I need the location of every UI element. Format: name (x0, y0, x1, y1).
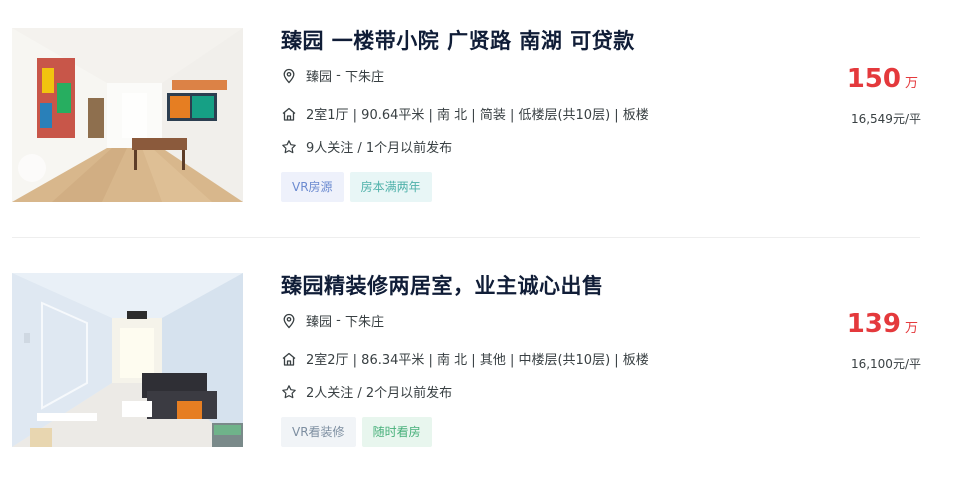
house-info: 2室2厅 | 86.34平米 | 南 北 | 其他 | 中楼层(共10层) | … (306, 353, 649, 368)
house-info-row: 2室1厅 | 90.64平米 | 南 北 | 简装 | 低楼层(共10层) | … (281, 104, 649, 123)
location-separator: - (332, 313, 345, 328)
star-icon (281, 384, 297, 400)
listing-photo[interactable] (12, 273, 243, 447)
total-price-unit: 万 (904, 321, 918, 336)
star-icon (281, 139, 297, 155)
total-price: 150 万 (847, 64, 918, 94)
location-pin-icon (281, 68, 297, 84)
follow-info-row: 9人关注 / 1个月以前发布 (281, 137, 452, 156)
listing-card[interactable]: 臻园 一楼带小院 广贤路 南湖 可贷款 臻园 - 下朱庄 2室1厅 | 90.6… (0, 0, 958, 230)
total-price-unit: 万 (904, 76, 918, 91)
community-link[interactable]: 臻园 (306, 66, 332, 85)
location-row: 臻园 - 下朱庄 (281, 66, 384, 85)
follow-info-row: 2人关注 / 2个月以前发布 (281, 382, 452, 401)
unit-price: 16,549元/平 (850, 112, 921, 126)
tag-list: VR看装修 随时看房 (281, 417, 432, 447)
area-link[interactable]: 下朱庄 (345, 66, 384, 85)
listing-divider (12, 237, 920, 238)
house-icon (281, 351, 297, 367)
listing-card[interactable]: 臻园精装修两居室，业主诚心出售 臻园 - 下朱庄 2室2厅 | 86.34平米 … (0, 245, 958, 475)
total-price-value: 150 (846, 64, 901, 94)
house-icon (281, 106, 297, 122)
tag-anytime-viewing: 随时看房 (361, 417, 432, 447)
listing-photo[interactable] (12, 28, 243, 202)
listing-title[interactable]: 臻园 一楼带小院 广贤路 南湖 可贷款 (281, 25, 635, 55)
location-row: 臻园 - 下朱庄 (281, 311, 384, 330)
follow-info: 2人关注 / 2个月以前发布 (306, 386, 453, 401)
unit-price: 16,100元/平 (850, 357, 921, 371)
area-link[interactable]: 下朱庄 (345, 311, 384, 330)
community-link[interactable]: 臻园 (306, 311, 332, 330)
location-pin-icon (281, 313, 297, 329)
house-info-row: 2室2厅 | 86.34平米 | 南 北 | 其他 | 中楼层(共10层) | … (281, 349, 649, 368)
total-price-value: 139 (846, 309, 901, 339)
tag-vr: VR房源 (281, 172, 344, 202)
location-separator: - (332, 68, 345, 83)
tag-list: VR房源 房本满两年 (281, 172, 432, 202)
tag-two-years: 房本满两年 (349, 172, 432, 202)
listing-title[interactable]: 臻园精装修两居室，业主诚心出售 (281, 270, 604, 300)
house-info: 2室1厅 | 90.64平米 | 南 北 | 简装 | 低楼层(共10层) | … (306, 108, 649, 123)
tag-vr-decoration: VR看装修 (281, 417, 356, 447)
follow-info: 9人关注 / 1个月以前发布 (306, 141, 453, 156)
total-price: 139 万 (847, 309, 918, 339)
